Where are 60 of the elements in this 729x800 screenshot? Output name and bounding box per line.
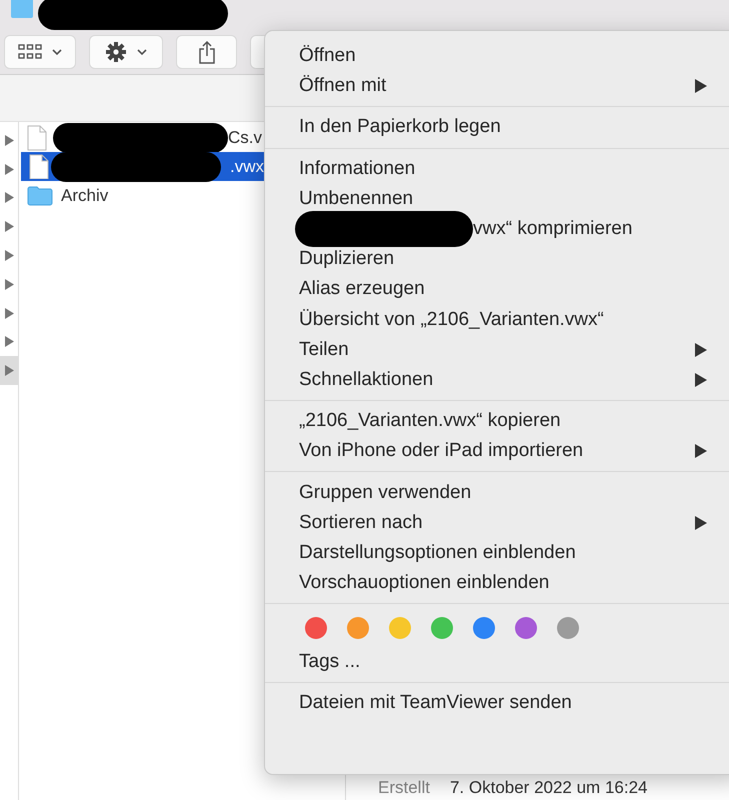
menu-item[interactable]: Alias erzeugen [299, 278, 425, 300]
tag-dot[interactable] [515, 617, 537, 640]
file-row[interactable]: Archiv [19, 181, 265, 210]
grid-icon [18, 43, 42, 61]
chevron-down-icon [137, 48, 147, 56]
submenu-arrow-icon [695, 444, 707, 458]
folder-icon [27, 186, 53, 206]
menu-item[interactable]: Dateien mit TeamViewer senden [299, 692, 572, 714]
tag-dot[interactable] [389, 617, 411, 640]
document-icon [27, 124, 47, 150]
menu-item[interactable]: In den Papierkorb legen [299, 116, 501, 138]
file-row[interactable]: .vwx [21, 152, 265, 181]
view-button[interactable] [4, 35, 76, 69]
menu-item[interactable]: Gruppen verwenden [299, 482, 472, 504]
menu-item[interactable]: Sortieren nach [299, 512, 423, 534]
file-row[interactable]: Cs.v [19, 123, 265, 152]
menu-item[interactable]: Vorschauoptionen einblenden [299, 572, 550, 594]
submenu-arrow-icon [695, 342, 707, 357]
action-button[interactable] [89, 35, 163, 69]
folder-icon [10, 0, 34, 20]
tag-dot[interactable] [431, 617, 453, 640]
disclosure-triangle-icon[interactable] [4, 278, 14, 290]
menu-item[interactable]: „2106_Varianten.vwx“ kopieren [299, 410, 561, 432]
menu-item[interactable]: Öffnen [299, 45, 356, 68]
menu-item[interactable]: vwx“ komprimieren [473, 218, 632, 240]
disclosure-triangle-icon[interactable] [4, 221, 14, 232]
menu-item[interactable]: Schnellaktionen [299, 368, 434, 391]
share-button[interactable] [176, 35, 237, 69]
disclosure-triangle-icon[interactable] [4, 134, 14, 146]
tag-dot[interactable] [557, 617, 579, 640]
info-value: 7. Oktober 2022 um 16:24 [450, 778, 648, 798]
tag-dot[interactable] [473, 617, 495, 640]
share-icon [198, 40, 216, 64]
tag-dot[interactable] [305, 617, 327, 640]
menu-item[interactable]: Teilen [299, 338, 349, 361]
submenu-arrow-icon [695, 372, 707, 387]
disclosure-triangle-icon[interactable] [4, 164, 14, 175]
menu-item[interactable]: Darstellungsoptionen einblenden [299, 542, 576, 564]
document-icon [29, 154, 49, 180]
menu-item[interactable]: Duplizieren [299, 248, 394, 270]
menu-item[interactable]: Übersicht von „2106_Varianten.vwx“ [299, 308, 604, 331]
menu-item[interactable]: Informationen [299, 158, 416, 180]
menu-item[interactable]: Von iPhone oder iPad importieren [299, 440, 584, 462]
file-name: Archiv [61, 186, 108, 206]
menu-item[interactable]: Tags ... [299, 651, 360, 674]
submenu-arrow-icon [695, 79, 707, 94]
gear-icon [105, 41, 127, 63]
disclosure-triangle-icon[interactable] [4, 192, 14, 204]
disclosure-triangle-icon[interactable] [4, 365, 14, 376]
disclosure-triangle-icon[interactable] [4, 250, 14, 262]
info-label: Erstellt [378, 778, 430, 798]
file-name: .vwx [230, 156, 264, 176]
file-name: Cs.v [228, 128, 262, 148]
disclosure-triangle-icon[interactable] [4, 336, 14, 348]
submenu-arrow-icon [695, 516, 707, 530]
chevron-down-icon [52, 48, 62, 56]
disclosure-triangle-icon[interactable] [4, 308, 14, 319]
menu-item[interactable]: Umbenennen [299, 188, 414, 210]
menu-item[interactable]: Öffnen mit [299, 75, 386, 98]
tag-dot[interactable] [347, 617, 369, 640]
